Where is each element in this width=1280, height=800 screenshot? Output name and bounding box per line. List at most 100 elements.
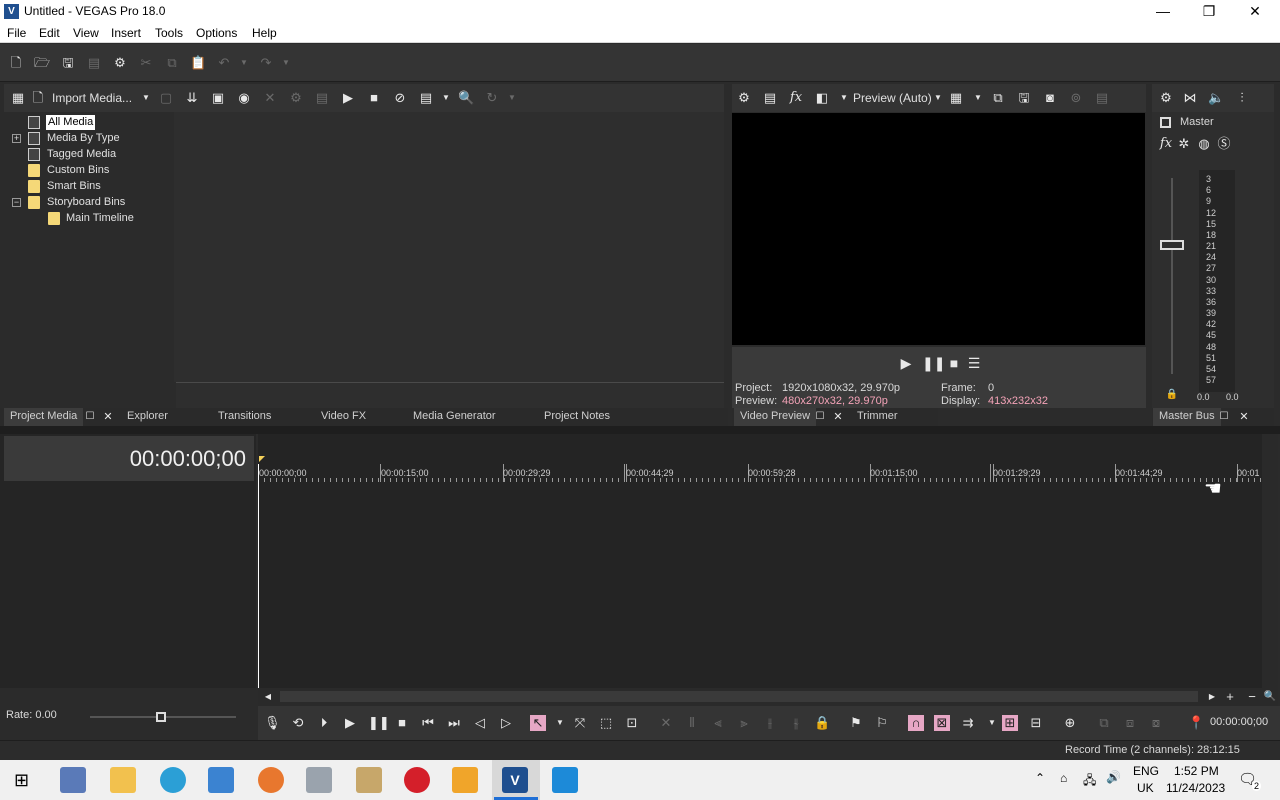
- tree-item-main-timeline[interactable]: Main Timeline: [66, 211, 134, 226]
- tree-item-all-media[interactable]: All Media: [46, 115, 96, 130]
- downmix-icon[interactable]: ⋈: [1182, 90, 1198, 106]
- tab-master-bus[interactable]: Master Bus: [1153, 408, 1221, 426]
- start-windows-icon[interactable]: ⊞: [14, 770, 29, 791]
- minimize-button[interactable]: —: [1140, 0, 1186, 23]
- tree-item-custom-bins[interactable]: Custom Bins: [47, 163, 109, 178]
- insert-marker-icon[interactable]: ⚑: [848, 715, 864, 731]
- mixer-properties-icon[interactable]: ⚙: [1158, 90, 1174, 106]
- redo-dropdown-icon[interactable]: ▼: [278, 55, 294, 71]
- menu-options[interactable]: Options: [196, 26, 237, 40]
- preview-properties-icon[interactable]: ⚙: [736, 90, 752, 106]
- save-snapshot-icon[interactable]: 🖫: [1016, 90, 1032, 106]
- menu-file[interactable]: File: [7, 26, 26, 40]
- tab-video-preview[interactable]: Video Preview: [734, 408, 817, 426]
- ignore-grouping-icon[interactable]: ⊟: [1028, 715, 1044, 731]
- view-menu-icon[interactable]: ▤: [418, 90, 434, 106]
- timeline-hscrollbar[interactable]: ◀ ▶ + − 🔍: [258, 688, 1278, 706]
- clock-date[interactable]: 11/24/2023: [1166, 781, 1225, 795]
- tree-item-tagged-media[interactable]: Tagged Media: [47, 147, 116, 162]
- mixer-faders-icon[interactable]: ⫶: [1234, 90, 1250, 106]
- close-tab-icon[interactable]: ✕: [1236, 409, 1252, 425]
- show-hidden-icons-icon[interactable]: ⌃: [1035, 771, 1045, 785]
- splitter[interactable]: [0, 426, 1280, 434]
- ripple-dropdown-icon[interactable]: ▼: [984, 715, 1000, 731]
- zoom-in-icon[interactable]: +: [1222, 689, 1238, 705]
- menu-tools[interactable]: Tools: [155, 26, 183, 40]
- file-explorer-icon[interactable]: [110, 767, 136, 793]
- split-icon[interactable]: ⫲: [762, 715, 778, 731]
- master-toggle-icon[interactable]: [1160, 117, 1171, 128]
- properties-gear-icon[interactable]: ⚙: [112, 55, 128, 71]
- trim-start-icon[interactable]: ⫷: [710, 715, 726, 731]
- split-dropdown-icon[interactable]: ▼: [836, 90, 852, 106]
- cursor-tool-icon[interactable]: ⊕: [1062, 715, 1078, 731]
- expand-toggle-icon[interactable]: +: [12, 134, 21, 143]
- speaker-icon[interactable]: 🔈: [1208, 90, 1224, 106]
- maximize-button[interactable]: ❐: [1186, 0, 1232, 23]
- split-screen-icon[interactable]: ◧: [814, 90, 830, 106]
- import-media-button[interactable]: Import Media...: [52, 91, 132, 105]
- bus-settings-icon[interactable]: ✲: [1176, 136, 1192, 152]
- opera-icon[interactable]: [404, 767, 430, 793]
- tab-transitions[interactable]: Transitions: [218, 408, 271, 426]
- copy-icon[interactable]: ⧉: [164, 55, 180, 71]
- playhead-cursor[interactable]: [258, 464, 259, 688]
- refresh-dropdown-icon[interactable]: ▼: [504, 90, 520, 106]
- group-icon[interactable]: ⧉: [1096, 715, 1112, 731]
- delete-icon[interactable]: ✕: [658, 715, 674, 731]
- get-photos-icon[interactable]: ▣: [210, 90, 226, 106]
- tab-video-fx[interactable]: Video FX: [321, 408, 366, 426]
- overlays-grid-icon[interactable]: ▦: [948, 90, 964, 106]
- go-to-start-icon[interactable]: ⏮: [420, 715, 436, 731]
- paste-icon[interactable]: 📋: [190, 55, 206, 71]
- redo-icon[interactable]: ↷: [258, 55, 274, 71]
- scroll-thumb[interactable]: [280, 691, 1198, 702]
- import-media-icon[interactable]: 🗋: [30, 90, 46, 106]
- trim-end-icon[interactable]: ⫸: [736, 715, 752, 731]
- tab-project-notes[interactable]: Project Notes: [544, 408, 610, 426]
- bus-fx-icon[interactable]: fx: [1158, 136, 1174, 152]
- tab-project-media[interactable]: Project Media: [4, 408, 84, 426]
- edit-tool-dropdown-icon[interactable]: ▼: [552, 715, 568, 731]
- previous-frame-icon[interactable]: ◁: [472, 715, 488, 731]
- external-monitor-icon[interactable]: ▤: [762, 90, 778, 106]
- media-properties-icon[interactable]: ▤: [314, 90, 330, 106]
- auto-preview-icon[interactable]: ⊘: [392, 90, 408, 106]
- trim-icon[interactable]: ⫴: [684, 715, 700, 731]
- scroll-left-icon[interactable]: ◀: [260, 689, 276, 705]
- language-layout[interactable]: UK: [1137, 781, 1154, 795]
- display-options-icon[interactable]: ▤: [1094, 90, 1110, 106]
- microsoft-store-icon[interactable]: [208, 767, 234, 793]
- collapse-toggle-icon[interactable]: −: [12, 198, 21, 207]
- undo-dropdown-icon[interactable]: ▼: [236, 55, 252, 71]
- split-all-icon[interactable]: ⫳: [788, 715, 804, 731]
- tab-trimmer[interactable]: Trimmer: [857, 408, 898, 426]
- network-icon[interactable]: 🖧: [1083, 771, 1096, 792]
- lock-event-icon[interactable]: 🔒: [814, 715, 830, 731]
- vegas-taskbar-icon[interactable]: V: [502, 767, 528, 793]
- open-folder-icon[interactable]: 🗁: [34, 55, 50, 71]
- lock-envelopes-icon[interactable]: ⊞: [1002, 715, 1018, 731]
- undock-icon[interactable]: ☐: [1216, 409, 1232, 425]
- capture-icon[interactable]: ▢: [158, 90, 174, 106]
- envelope-tool-icon[interactable]: ⤧: [572, 715, 588, 731]
- volume-icon[interactable]: 🔊: [1106, 770, 1121, 784]
- play-icon[interactable]: ▶: [898, 355, 914, 371]
- paint-app-icon[interactable]: [356, 767, 382, 793]
- edge-browser-icon[interactable]: [160, 767, 186, 793]
- tab-media-generator[interactable]: Media Generator: [413, 408, 496, 426]
- pause-icon[interactable]: ❚❚: [922, 355, 945, 371]
- cut-icon[interactable]: ✂: [138, 55, 154, 71]
- quality-dropdown-icon[interactable]: ▼: [930, 90, 946, 106]
- timeline-vscrollbar[interactable]: [1262, 434, 1278, 688]
- play-from-start-icon[interactable]: ⏵: [316, 715, 332, 731]
- vmware-icon[interactable]: [452, 767, 478, 793]
- volume-fader-handle[interactable]: [1160, 240, 1184, 250]
- search-icon[interactable]: 🔍: [458, 90, 474, 106]
- video-preview-screen[interactable]: [732, 113, 1145, 345]
- media-fx-icon[interactable]: ⚙: [288, 90, 304, 106]
- scroll-right-icon[interactable]: ▶: [1204, 689, 1220, 705]
- auto-crossfade-icon[interactable]: ⊠: [934, 715, 950, 731]
- people-icon[interactable]: ⌂: [1060, 771, 1067, 785]
- close-tab-icon[interactable]: ✕: [830, 409, 846, 425]
